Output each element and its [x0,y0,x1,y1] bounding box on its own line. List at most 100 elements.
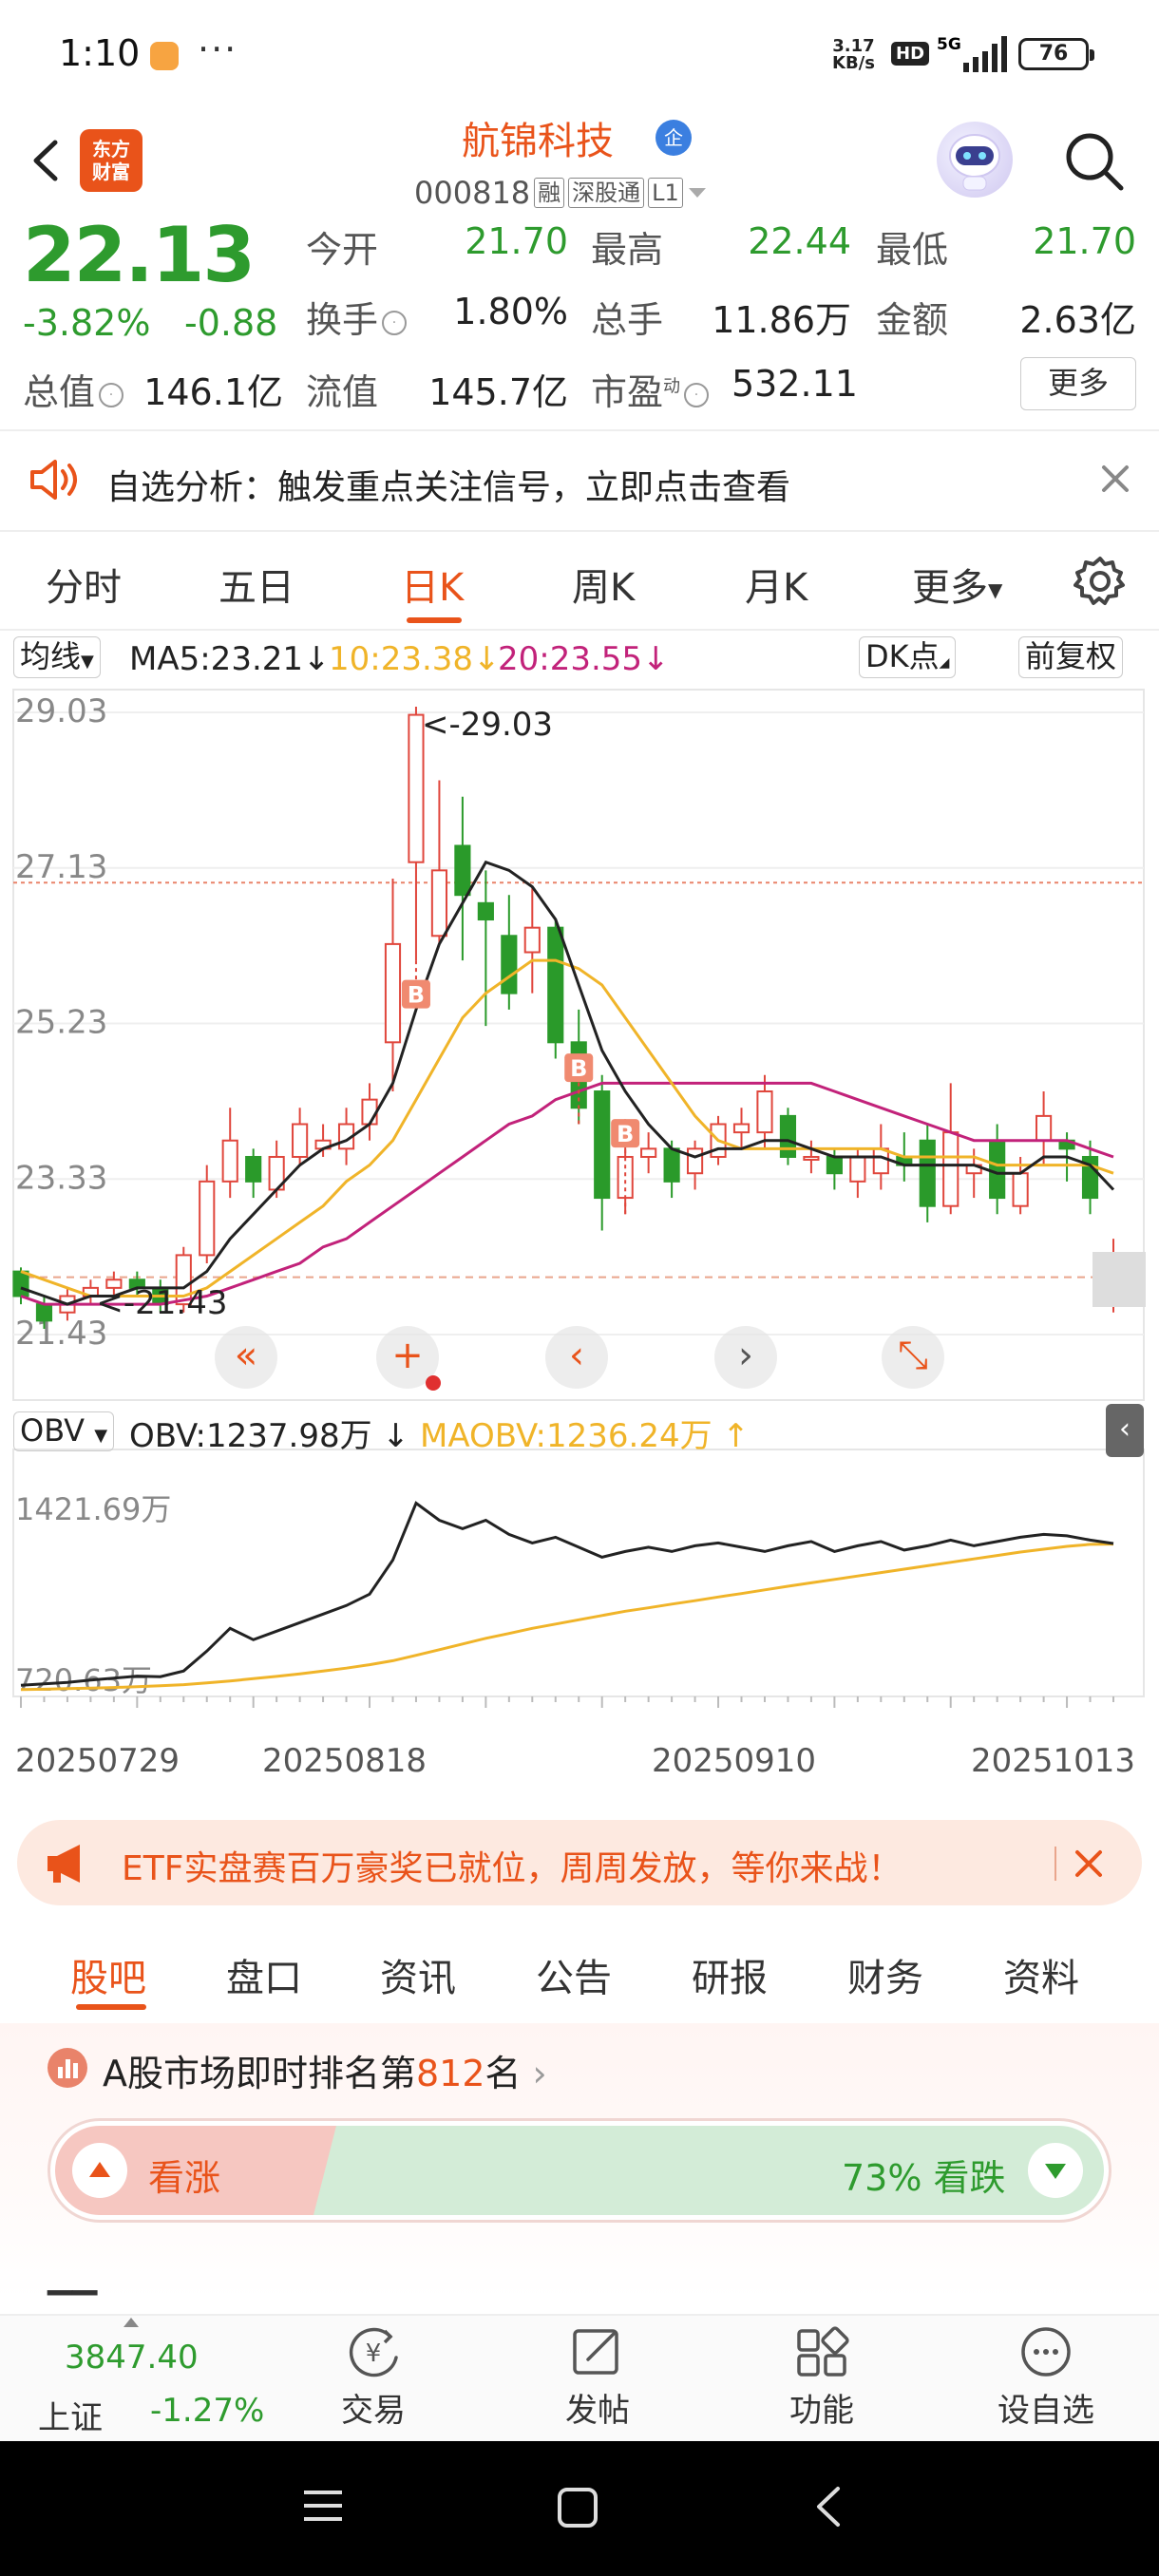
tab-intraday[interactable]: 分时 [46,557,122,612]
close-alert-icon[interactable] [1096,460,1134,498]
system-nav-bar [0,2441,1159,2576]
edit-icon [573,2329,618,2375]
caret-down-icon [688,188,706,198]
tab-announcements[interactable]: 公告 [536,1947,612,2002]
more-quote-button[interactable]: 更多 [1020,357,1136,410]
network-type: 5G [937,35,961,54]
nav-trade[interactable]: ¥ 交易 [312,2323,435,2431]
menu-icon[interactable] [300,2485,346,2527]
stock-title[interactable]: 航锦科技 [462,110,614,165]
caret-down-icon: ▼ [94,1426,108,1446]
rank-prefix: A股市场即时排名第 [103,2053,416,2094]
market-rank-link[interactable]: A股市场即时排名第812名 › [103,2044,547,2096]
tab-more-label: 更多 [912,566,988,610]
nav-add-watchlist[interactable]: 设自选 [984,2323,1108,2431]
candlestick-chart[interactable]: 29.03 27.13 25.23 23.33 21.43 <-29.03 <-21.43 B… [0,665,1159,1738]
obv-selector[interactable]: OBV ▼ [13,1411,115,1451]
tab-five-day[interactable]: 五日 [218,557,294,612]
turnover-value: 1.80% [453,291,568,332]
back-nav-icon[interactable] [809,2483,847,2530]
chevron-right-icon[interactable]: › [714,1326,777,1389]
candle [1012,1172,1029,1207]
home-icon[interactable] [555,2485,600,2530]
candle [989,1139,1006,1200]
tab-weekly-k[interactable]: 周K [572,557,635,612]
ma5-line [20,860,1115,1306]
pe-label[interactable]: 市盈动 · [591,363,710,415]
bullish-label[interactable]: 看涨 [148,2149,220,2201]
mktcap-label-text: 总值 [23,371,96,413]
speaker-icon [30,460,77,500]
stock-code-row[interactable]: 000818 融 深股通 L1 [414,175,708,211]
x-label: 20250818 [262,1742,428,1780]
stock-code: 000818 [414,175,531,211]
tab-more[interactable]: 更多▼ [912,557,1002,612]
nav-functions[interactable]: 功能 [760,2323,884,2431]
tab-monthly-k[interactable]: 月K [745,557,808,612]
mktcap-value: 146.1亿 [143,371,283,413]
chat-more-icon [1021,2327,1071,2377]
gear-icon[interactable] [1074,555,1127,608]
connect-tag: 深股通 [568,178,645,208]
margin-tag: 融 [534,178,565,208]
signal-icon: 5G [937,35,1007,72]
index-name[interactable]: 上证 [38,2392,103,2438]
close-banner-icon[interactable] [1072,1847,1106,1881]
active-tab-indicator [407,617,462,623]
vote-up-button[interactable] [72,2143,127,2198]
scroll-handle[interactable] [1092,1252,1146,1307]
candle [547,926,564,1044]
enterprise-badge-icon: 企 [656,120,692,156]
candle [292,1123,309,1158]
obv-y-tick-label: 1421.69万 [15,1491,171,1527]
candle [501,935,518,994]
previous-icon[interactable]: « [215,1326,277,1389]
bar-chart-icon [48,2048,87,2088]
index-value[interactable]: 3847.40 [65,2339,199,2377]
collapse-panel-icon[interactable]: ‹ [1106,1404,1144,1457]
battery-icon: 76 [1018,38,1094,70]
candle [221,1139,238,1183]
etf-banner-text[interactable]: ETF实盘赛百万豪奖已就位，周周发放，等你来战！ [122,1841,902,1890]
bearish-label[interactable]: 73% 看跌 [842,2149,1006,2201]
vote-down-button[interactable] [1028,2143,1083,2198]
divider [0,629,1159,631]
tab-orderbook[interactable]: 盘口 [226,1947,302,2002]
tab-news[interactable]: 资讯 [380,1947,456,2002]
index-change[interactable]: -1.27% [150,2392,264,2430]
chevron-right-icon: › [532,2053,547,2094]
turnover-label[interactable]: 换手 · [306,291,408,343]
maobv-value: MAOBV:1236.24万 ↑ [420,1417,750,1455]
level-tag: L1 [648,178,683,208]
nav-post-label: 发帖 [565,2392,630,2430]
amount-value: 2.63亿 [1019,299,1136,341]
tab-daily-k[interactable]: 日K [401,557,464,612]
app-root: { "status_bar": { "time": "1:10", "dots"… [0,0,1159,2576]
tab-forum[interactable]: 股吧 [70,1947,146,2002]
x-label: 20250729 [15,1742,180,1780]
x-label: 20251013 [971,1742,1136,1780]
amount-label: 金额 [876,299,949,341]
assistant-robot-icon[interactable] [937,122,1013,198]
alert-link[interactable]: 自选分析：触发重点关注信号，立即点击查看 [106,460,790,509]
network-speed: 3.17 KB/s [832,38,875,72]
tab-profile[interactable]: 资料 [1003,1947,1079,2002]
tab-research[interactable]: 研报 [692,1947,768,2002]
new-dot [426,1375,441,1391]
expand-up-icon[interactable] [124,2318,139,2327]
candle [594,1090,611,1200]
candle [199,1180,216,1257]
caret-down-icon: ▼ [988,578,1003,601]
high-value: 22.44 [748,220,851,262]
nav-post[interactable]: 发帖 [536,2323,659,2431]
back-icon[interactable] [19,129,72,192]
fullscreen-icon[interactable]: ⤡ [882,1326,944,1389]
mktcap-label[interactable]: 总值 · [23,363,124,415]
chevron-left-icon[interactable]: ‹ [545,1326,608,1389]
rank-suffix: 名 [484,2053,522,2094]
search-icon[interactable] [1060,127,1129,196]
logo-line-1: 东方 [92,138,130,161]
tab-financials[interactable]: 财务 [847,1947,923,2002]
active-tab-indicator [76,2004,146,2010]
divider [0,530,1159,532]
